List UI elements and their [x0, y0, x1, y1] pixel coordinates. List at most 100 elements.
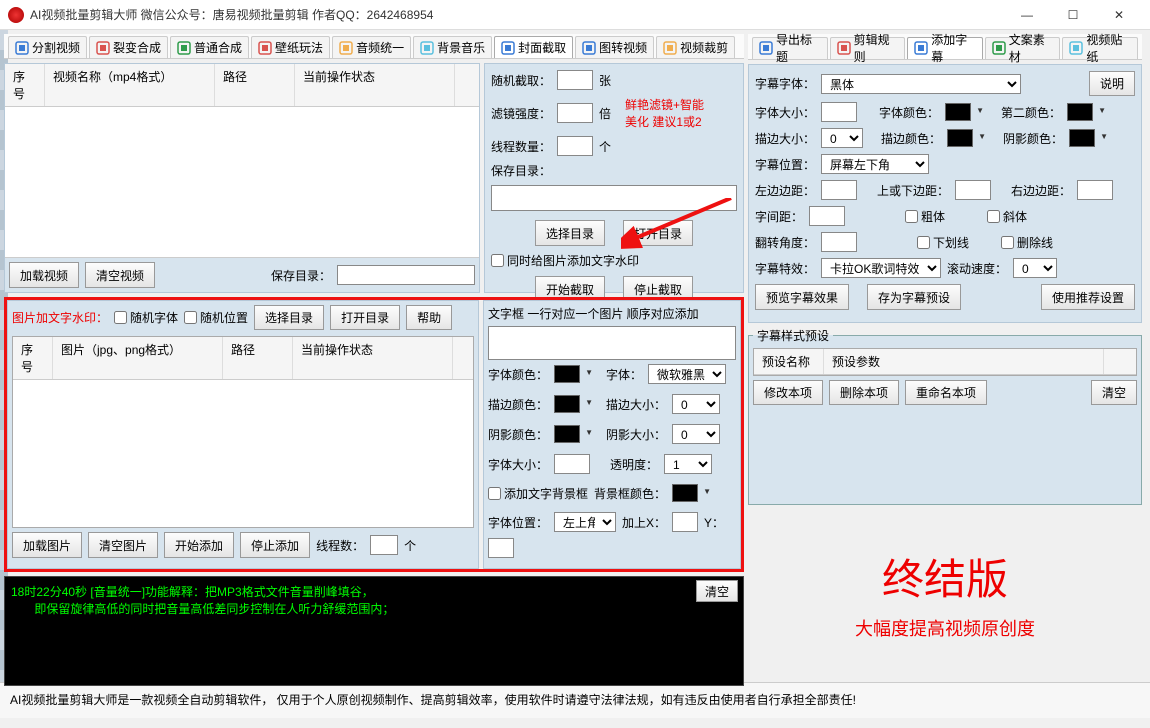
clear-preset-button[interactable]: 清空	[1091, 380, 1137, 405]
preview-subtitle-button[interactable]: 预览字幕效果	[755, 284, 849, 310]
wm-choose-dir-button[interactable]: 选择目录	[254, 305, 324, 330]
log-clear-button[interactable]: 清空	[696, 580, 738, 602]
strike-checkbox[interactable]: 删除线	[1001, 234, 1053, 251]
tab-icon	[663, 41, 677, 55]
tab-普通合成[interactable]: 普通合成	[170, 36, 249, 58]
stop-add-button[interactable]: 停止添加	[240, 532, 310, 558]
wm-shadowc-swatch[interactable]	[554, 425, 580, 443]
wm-text-input[interactable]	[488, 326, 736, 360]
clear-video-button[interactable]: 清空视频	[85, 262, 155, 288]
wm-open-dir-button[interactable]: 打开目录	[330, 305, 400, 330]
maximize-button[interactable]: ☐	[1050, 0, 1096, 30]
wm-strokew-label: 描边大小：	[606, 396, 666, 413]
sub-stroke-select[interactable]: 0	[821, 128, 863, 148]
wm-opacity-label: 透明度：	[610, 456, 658, 473]
sub-right-input[interactable]	[1077, 180, 1113, 200]
tab-文案素材[interactable]: 文案素材	[985, 37, 1061, 59]
load-image-button[interactable]: 加载图片	[12, 532, 82, 558]
wm-strokew-select[interactable]: 0	[672, 394, 720, 414]
close-button[interactable]: ✕	[1096, 0, 1142, 30]
wm-font-select[interactable]: 微软雅黑	[648, 364, 726, 384]
tab-视频裁剪[interactable]: 视频裁剪	[656, 36, 735, 58]
sub-size-input[interactable]	[821, 102, 857, 122]
underline-checkbox[interactable]: 下划线	[917, 234, 969, 251]
wm-bgcolor-swatch[interactable]	[672, 484, 698, 502]
footer-text: AI视频批量剪辑大师是一款视频全自动剪辑软件， 仅用于个人原创视频制作、提高剪辑…	[0, 682, 1150, 718]
wm-threads-input[interactable]	[370, 535, 398, 555]
choose-dir-button[interactable]: 选择目录	[535, 220, 605, 246]
app-icon	[8, 7, 24, 23]
tab-裂变合成[interactable]: 裂变合成	[89, 36, 168, 58]
tab-音频统一[interactable]: 音频统一	[332, 36, 411, 58]
watermark-checkbox[interactable]: 同时给图片添加文字水印	[491, 252, 639, 269]
tab-label: 壁纸玩法	[275, 39, 323, 56]
wm-opacity-select[interactable]: 1	[664, 454, 712, 474]
tab-分割视频[interactable]: 分割视频	[8, 36, 87, 58]
save-dir-input[interactable]	[337, 265, 475, 285]
tab-剪辑规则[interactable]: 剪辑规则	[830, 37, 906, 59]
wm-strokec-swatch[interactable]	[554, 395, 580, 413]
wm-fontcolor-label: 字体颜色：	[488, 366, 548, 383]
use-recommended-button[interactable]: 使用推荐设置	[1041, 284, 1135, 310]
tab-label: 添加字幕	[931, 31, 976, 65]
col-header: 图片（jpg、png格式）	[53, 337, 223, 379]
sub-left-input[interactable]	[821, 180, 857, 200]
rand-pos-checkbox[interactable]: 随机位置	[184, 309, 248, 326]
sub-speed-select[interactable]: 0	[1013, 258, 1057, 278]
cover-savedir-input[interactable]	[491, 185, 737, 211]
edit-preset-button[interactable]: 修改本项	[753, 380, 823, 405]
tab-壁纸玩法[interactable]: 壁纸玩法	[251, 36, 330, 58]
tab-添加字幕[interactable]: 添加字幕	[907, 37, 983, 59]
filter-input[interactable]	[557, 103, 593, 123]
bold-checkbox[interactable]: 粗体	[905, 208, 945, 225]
wm-pos-select[interactable]: 左上角	[554, 512, 616, 532]
titlebar: AI视频批量剪辑大师 微信公众号：唐易视频批量剪辑 作者QQ：264246895…	[0, 0, 1150, 30]
tab-icon	[501, 41, 515, 55]
delete-preset-button[interactable]: 删除本项	[829, 380, 899, 405]
col-header: 视频名称（mp4格式）	[45, 64, 215, 106]
italic-checkbox[interactable]: 斜体	[987, 208, 1027, 225]
tab-封面截取[interactable]: 封面截取	[494, 36, 573, 58]
wm-addx-input[interactable]	[672, 512, 698, 532]
sub-font-label: 字幕字体：	[755, 75, 815, 92]
sub-rotate-input[interactable]	[821, 232, 857, 252]
wm-shadoww-label: 阴影大小：	[606, 426, 666, 443]
sub-top-input[interactable]	[955, 180, 991, 200]
rand-font-checkbox[interactable]: 随机字体	[114, 309, 178, 326]
sub-strokec-swatch[interactable]	[947, 129, 973, 147]
explain-button[interactable]: 说明	[1089, 71, 1135, 96]
sub-shadowc-swatch[interactable]	[1069, 129, 1095, 147]
tab-label: 文案素材	[1009, 31, 1054, 65]
sub-fx-select[interactable]: 卡拉OK歌词特效	[821, 258, 941, 278]
tab-视频贴纸[interactable]: 视频贴纸	[1062, 37, 1138, 59]
threads-input[interactable]	[557, 136, 593, 156]
wm-bgbox-label: 添加文字背景框	[504, 485, 588, 502]
wm-fontcolor-swatch[interactable]	[554, 365, 580, 383]
sub-font-select[interactable]: 黑体	[821, 74, 1021, 94]
save-preset-button[interactable]: 存为字幕预设	[867, 284, 961, 310]
tab-导出标题[interactable]: 导出标题	[752, 37, 828, 59]
wm-fontsize-label: 字体大小：	[488, 456, 548, 473]
threads-label: 线程数量：	[491, 138, 551, 155]
clear-image-button[interactable]: 清空图片	[88, 532, 158, 558]
wm-y-input[interactable]	[488, 538, 514, 558]
start-add-button[interactable]: 开始添加	[164, 532, 234, 558]
wm-fontsize-input[interactable]	[554, 454, 590, 474]
sub-color-swatch[interactable]	[945, 103, 971, 121]
sub-pos-select[interactable]: 屏幕左下角	[821, 154, 929, 174]
minimize-button[interactable]: —	[1004, 0, 1050, 30]
wm-bgbox-checkbox[interactable]: 添加文字背景框	[488, 485, 588, 502]
filter-hint2: 美化 建议1或2	[625, 115, 702, 129]
sub-color2-swatch[interactable]	[1067, 103, 1093, 121]
sub-spacing-input[interactable]	[809, 206, 845, 226]
sub-fx-label: 字幕特效：	[755, 260, 815, 277]
tab-图转视频[interactable]: 图转视频	[575, 36, 654, 58]
wm-shadoww-select[interactable]: 0	[672, 424, 720, 444]
rename-preset-button[interactable]: 重命名本项	[905, 380, 987, 405]
sub-rotate-label: 翻转角度：	[755, 234, 815, 251]
open-dir-button[interactable]: 打开目录	[623, 220, 693, 246]
wm-help-button[interactable]: 帮助	[406, 305, 452, 330]
rand-capture-input[interactable]	[557, 70, 593, 90]
load-video-button[interactable]: 加载视频	[9, 262, 79, 288]
tab-背景音乐[interactable]: 背景音乐	[413, 36, 492, 58]
